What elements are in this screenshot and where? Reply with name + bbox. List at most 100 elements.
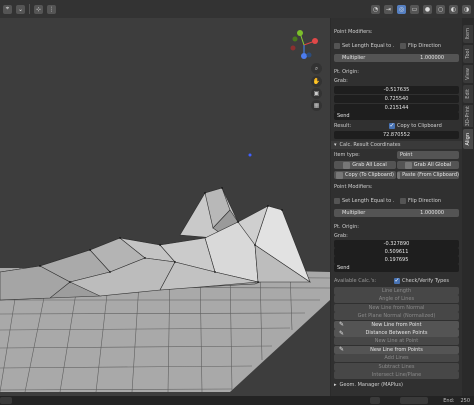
- flip-direction-checkbox-2[interactable]: [400, 198, 406, 204]
- paste-from-clipboard-button[interactable]: Paste (From Clipboard): [397, 171, 459, 179]
- send-button-2[interactable]: Send: [334, 264, 459, 272]
- item-type-dropdown[interactable]: Point: [397, 151, 459, 159]
- paste-icon: [397, 171, 401, 179]
- 3d-viewport[interactable]: ⌕ ✋ ▣ ▦: [0, 0, 330, 396]
- available-calcs-label: Available Calc.'s:: [334, 278, 377, 284]
- calc-distance-between-points-button[interactable]: ✎ Distance Between Points: [334, 329, 459, 337]
- coord-x-field[interactable]: -0.517635: [334, 86, 459, 94]
- tab-tool[interactable]: Tool: [463, 45, 473, 63]
- grab-label-2: Grab:: [334, 233, 348, 239]
- calc-add-lines-button[interactable]: Add Lines: [334, 354, 459, 363]
- wireframe-shading-icon[interactable]: ○: [436, 4, 445, 14]
- tab-label: Tool: [465, 49, 471, 59]
- cursor-icon[interactable]: ⌖: [3, 4, 12, 14]
- tab-label: View: [465, 68, 471, 80]
- visibility-icon[interactable]: ◔: [371, 4, 380, 14]
- xray-icon[interactable]: ▭: [410, 4, 419, 14]
- tab-item[interactable]: Item: [463, 25, 473, 43]
- calc-new-line-at-point-button[interactable]: New Line at Point: [334, 337, 459, 346]
- calc-result-section-header[interactable]: ▾ Calc. Result Coordinates: [331, 141, 462, 149]
- material-shading-icon[interactable]: ◐: [449, 4, 458, 14]
- coord-y-field[interactable]: 0.725540: [334, 95, 459, 103]
- flip-direction-label-2: Flip Direction: [408, 198, 442, 204]
- set-length-checkbox[interactable]: [334, 43, 340, 49]
- send-button[interactable]: Send: [334, 112, 459, 120]
- calc-item-label: Angle of Lines: [378, 296, 415, 303]
- end-frame-value[interactable]: 250: [460, 398, 470, 404]
- sidebar-tabs: Item Tool View Edit 3D-Print Align: [462, 18, 474, 396]
- camera-icon[interactable]: ▣: [311, 88, 322, 99]
- rendered-shading-icon[interactable]: ◑: [462, 4, 471, 14]
- point-modifiers-title: Point Modifiers:: [334, 29, 373, 35]
- calc-new-line-from-normal-button[interactable]: New Line from Normal: [334, 303, 459, 312]
- zoom-icon[interactable]: ⌕: [311, 63, 322, 74]
- tab-label: Item: [465, 28, 471, 40]
- snap-icon[interactable]: ⊹: [34, 4, 43, 14]
- calc-intersect-line-plane-button[interactable]: Intersect Line/Plane: [334, 371, 459, 379]
- dropdown-icon[interactable]: ⌄: [16, 4, 25, 14]
- multiplier-field[interactable]: Multiplier 1.000000: [334, 54, 459, 62]
- timeline-jump-icon[interactable]: [370, 397, 380, 404]
- chevron-down-icon: ▾: [334, 142, 337, 148]
- calc-item-label: Line Length: [381, 288, 412, 294]
- gizmo-toggle-icon[interactable]: ⇥: [384, 4, 393, 14]
- geom-manager-header[interactable]: ▸ Geom. Manager (MAPlus): [334, 381, 459, 389]
- end-frame-label: End:: [443, 397, 455, 404]
- coord-y-field-2[interactable]: 0.509611: [334, 248, 459, 256]
- viewport-scene: [0, 153, 330, 393]
- copy-to-clipboard-checkbox[interactable]: [389, 122, 395, 129]
- coord-x-field-2[interactable]: -0.327890: [334, 240, 459, 248]
- point-modifiers-title-2: Point Modifiers:: [334, 184, 373, 190]
- pan-hand-icon[interactable]: ✋: [311, 76, 322, 87]
- grab-all-global-button[interactable]: Grab All Global: [397, 161, 459, 169]
- overlay-icon[interactable]: ◎: [397, 4, 406, 14]
- calc-item-label: Subtract Lines: [378, 363, 415, 370]
- check-verify-label: Check/Verify Types: [402, 278, 449, 284]
- calc-item-label: New Line from Point: [371, 321, 422, 328]
- viewport-header: ⌖ ⌄ ⊹ ⋮ ◔ ⇥ ◎ ▭ ● ○ ◐ ◑: [0, 0, 474, 18]
- flip-direction-checkbox[interactable]: [400, 43, 406, 49]
- item-type-label: Item type:: [334, 152, 360, 158]
- calc-new-line-from-point-button[interactable]: ✎ New Line from Point: [334, 320, 459, 329]
- calc-angle-of-lines-button[interactable]: Angle of Lines: [334, 295, 459, 304]
- navigation-gizmo[interactable]: [287, 28, 321, 62]
- calc-item-label: Intersect Line/Plane: [371, 372, 422, 378]
- calc-get-plane-normal-normalized--button[interactable]: Get Plane Normal (Normalized): [334, 312, 459, 321]
- pencil-icon: ✎: [339, 346, 345, 354]
- status-mode-icon[interactable]: [0, 397, 12, 404]
- snap-mode-icon[interactable]: ⋮: [47, 4, 56, 14]
- multiplier-field-2[interactable]: Multiplier 1.000000: [334, 209, 459, 217]
- set-length-checkbox-2[interactable]: [334, 198, 340, 204]
- coord-z-field-2[interactable]: 0.197695: [334, 256, 459, 264]
- calc-item-label: New Line from Normal: [368, 304, 425, 311]
- tab-label: Align: [465, 132, 471, 146]
- tab-edit[interactable]: Edit: [463, 85, 473, 103]
- calc-item-label: Get Plane Normal (Normalized): [357, 313, 436, 320]
- result-value-field[interactable]: 72.870552: [334, 131, 459, 139]
- sidebar-panel: Point Modifiers: Set Length Equal to ...…: [331, 18, 462, 396]
- set-length-label-2: Set Length Equal to ...: [342, 198, 394, 204]
- solid-shading-icon[interactable]: ●: [423, 4, 432, 14]
- grid-icon[interactable]: ▦: [311, 100, 322, 111]
- pencil-icon: ✎: [339, 321, 345, 329]
- grab-all-local-button[interactable]: Grab All Local: [334, 161, 396, 169]
- flip-direction-label: Flip Direction: [408, 43, 442, 49]
- tab-label: Edit: [465, 89, 471, 99]
- chevron-right-icon: ▸: [334, 382, 337, 388]
- calc-new-line-from-points-button[interactable]: ✎ New Line from Points: [334, 345, 459, 354]
- check-verify-checkbox[interactable]: [394, 277, 400, 284]
- tab-view[interactable]: View: [463, 65, 473, 83]
- tab-align[interactable]: Align: [463, 129, 473, 149]
- calc-subtract-lines-button[interactable]: Subtract Lines: [334, 362, 459, 371]
- pt-origin-title: Pt. Origin:: [334, 69, 359, 75]
- coord-z-field[interactable]: 0.215144: [334, 104, 459, 112]
- playback-controls[interactable]: [400, 397, 428, 404]
- tab-3d-print[interactable]: 3D-Print: [463, 105, 473, 127]
- calc-line-length-button[interactable]: Line Length: [334, 287, 459, 295]
- tab-label: 3D-Print: [465, 105, 471, 127]
- pencil-icon: ✎: [339, 329, 345, 337]
- copy-to-clipboard-button[interactable]: Copy (To Clipboard): [334, 171, 396, 179]
- calc-item-label: Add Lines: [384, 355, 409, 362]
- blender-window: ⌕ ✋ ▣ ▦ ⌖ ⌄ ⊹ ⋮ ◔ ⇥ ◎ ▭ ● ○ ◐ ◑ Point Mo…: [0, 0, 474, 405]
- local-icon: [343, 161, 351, 169]
